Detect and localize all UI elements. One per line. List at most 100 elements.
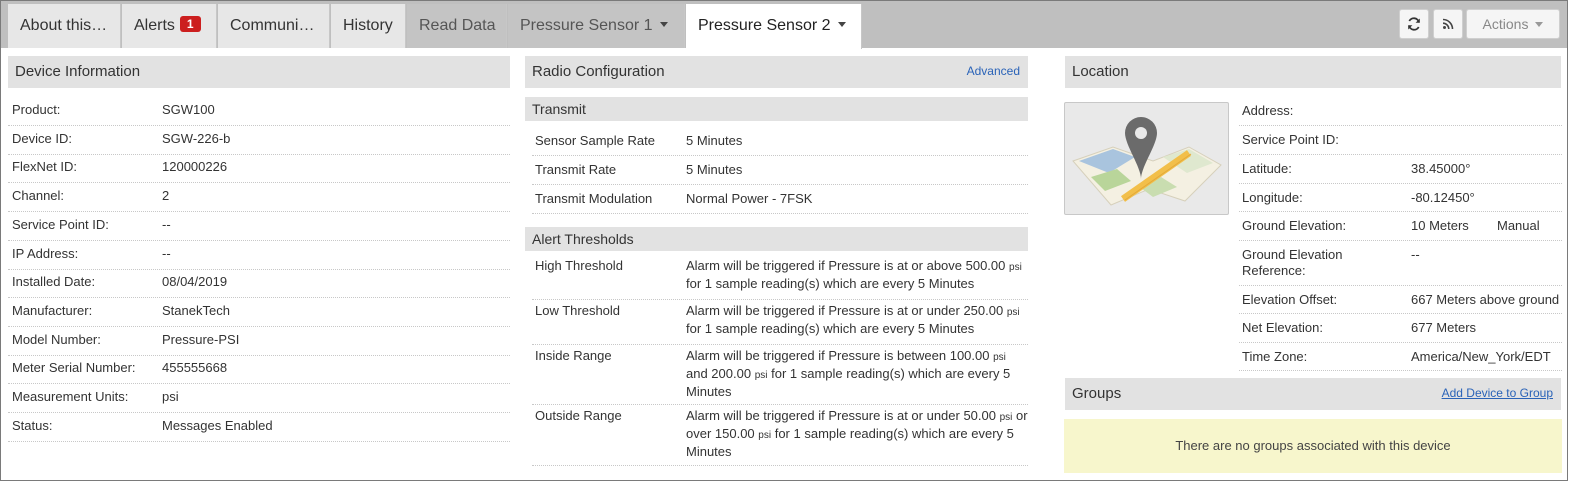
threshold-description: Alarm will be triggered if Pressure is b… bbox=[686, 348, 1031, 400]
device-info-row: FlexNet ID: 120000226 bbox=[8, 154, 510, 184]
tab-alerts[interactable]: Alerts 1 bbox=[122, 4, 217, 48]
location-row: Net Elevation: 677 Meters bbox=[1239, 314, 1562, 343]
device-info-row: Device ID: SGW-226-b bbox=[8, 126, 510, 155]
field-value: Messages Enabled bbox=[162, 417, 273, 433]
field-value: 455555668 bbox=[162, 360, 228, 376]
rss-button[interactable] bbox=[1433, 9, 1463, 39]
panel-title: Location bbox=[1072, 63, 1129, 80]
field-label: Installed Date: bbox=[12, 274, 96, 290]
tab-label: About this… bbox=[20, 17, 108, 34]
tab-label: Read Data bbox=[419, 17, 496, 34]
field-label: IP Address: bbox=[12, 245, 79, 261]
tab-label: Pressure Sensor 2 bbox=[698, 17, 831, 34]
field-label: Transmit Rate bbox=[535, 162, 617, 177]
tab-label: History bbox=[343, 17, 393, 34]
field-value: Normal Power - 7FSK bbox=[686, 191, 813, 206]
threshold-row-high: High Threshold Alarm will be triggered i… bbox=[532, 256, 1028, 300]
location-row: Ground Elevation: 10 Meters Manual bbox=[1239, 212, 1562, 241]
location-map-thumbnail[interactable] bbox=[1064, 102, 1229, 215]
tab-pressure-sensor-1[interactable]: Pressure Sensor 1 bbox=[508, 4, 685, 48]
tab-label: Pressure Sensor 1 bbox=[520, 17, 653, 34]
threshold-description: Alarm will be triggered if Pressure is a… bbox=[686, 258, 1031, 292]
tab-pressure-sensor-2[interactable]: Pressure Sensor 2 bbox=[686, 4, 862, 49]
threshold-text: for 1 sample reading(s) which are every … bbox=[686, 321, 975, 336]
transmit-row: Transmit Rate 5 Minutes bbox=[532, 156, 1028, 185]
field-label: Latitude: bbox=[1242, 161, 1292, 176]
subheader-title: Transmit bbox=[532, 101, 586, 117]
field-value: StanekTech bbox=[162, 302, 230, 318]
field-value: -- bbox=[162, 216, 171, 232]
threshold-text: Alarm will be triggered if Pressure is a… bbox=[686, 408, 996, 423]
unit: psi bbox=[754, 370, 768, 381]
tab-read-data[interactable]: Read Data bbox=[407, 4, 507, 48]
groups-empty-message: There are no groups associated with this… bbox=[1064, 419, 1562, 473]
device-info-row: Product: SGW100 bbox=[8, 97, 510, 126]
chevron-down-icon bbox=[837, 22, 846, 27]
field-value: -- bbox=[1411, 247, 1420, 262]
unit: psi bbox=[1006, 307, 1020, 318]
field-label: Channel: bbox=[12, 188, 65, 204]
threshold-row-inside-range: Inside Range Alarm will be triggered if … bbox=[532, 346, 1028, 405]
field-label: Product: bbox=[12, 102, 61, 117]
field-label: Sensor Sample Rate bbox=[535, 133, 655, 148]
field-value: 5 Minutes bbox=[686, 133, 743, 148]
tab-history[interactable]: History bbox=[331, 4, 406, 48]
tab-about[interactable]: About this… bbox=[8, 4, 121, 48]
field-label: Service Point ID: bbox=[1242, 132, 1339, 147]
device-info-row: Installed Date: 08/04/2019 bbox=[8, 269, 510, 299]
threshold-label: Low Threshold bbox=[535, 303, 621, 318]
device-info-row: Model Number: Pressure-PSI bbox=[8, 327, 510, 356]
device-info-row: Measurement Units: psi bbox=[8, 384, 510, 413]
panel-title: Device Information bbox=[15, 63, 141, 80]
advanced-link[interactable]: Advanced bbox=[967, 56, 1020, 86]
field-value: America/New_York/EDT bbox=[1411, 349, 1551, 364]
field-label: Ground Elevation Reference: bbox=[1242, 247, 1343, 278]
field-value: 677 Meters bbox=[1411, 320, 1477, 335]
add-device-to-group-link[interactable]: Add Device to Group bbox=[1442, 378, 1553, 408]
field-value: psi bbox=[162, 389, 179, 404]
tab-label: Communi… bbox=[230, 17, 315, 34]
device-info-row: IP Address: -- bbox=[8, 241, 510, 270]
tab-communication[interactable]: Communi… bbox=[218, 4, 330, 48]
unit: psi bbox=[1009, 262, 1022, 273]
field-label: Measurement Units: bbox=[12, 389, 129, 404]
location-row: Elevation Offset: 667 Meters above ground bbox=[1239, 286, 1562, 314]
threshold-row-low: Low Threshold Alarm will be triggered if… bbox=[532, 301, 1028, 345]
field-label: Time Zone: bbox=[1242, 349, 1308, 364]
threshold-label: Outside Range bbox=[535, 408, 622, 423]
refresh-button[interactable] bbox=[1399, 9, 1429, 39]
threshold-text: Alarm will be triggered if Pressure is a… bbox=[686, 303, 1004, 318]
threshold-text: and 200.00 bbox=[686, 366, 752, 381]
field-value: SGW100 bbox=[162, 102, 215, 117]
field-value: Pressure-PSI bbox=[162, 331, 240, 347]
actions-dropdown-button[interactable]: Actions bbox=[1466, 9, 1560, 39]
field-label: Net Elevation: bbox=[1242, 320, 1323, 335]
field-label: Ground Elevation: bbox=[1242, 218, 1347, 233]
threshold-description: Alarm will be triggered if Pressure is a… bbox=[686, 408, 1031, 460]
unit: psi bbox=[993, 352, 1006, 363]
alert-thresholds-subheader: Alert Thresholds bbox=[525, 227, 1028, 251]
threshold-label: Inside Range bbox=[535, 348, 612, 363]
transmit-row: Transmit Modulation Normal Power - 7FSK bbox=[532, 185, 1028, 214]
radio-configuration-header: Radio Configuration Advanced bbox=[525, 56, 1028, 88]
unit: psi bbox=[999, 412, 1013, 423]
device-information-header: Device Information bbox=[8, 56, 510, 88]
field-label: Model Number: bbox=[12, 331, 101, 347]
location-row: Service Point ID: bbox=[1239, 126, 1562, 155]
field-value: 120000226 bbox=[162, 159, 228, 175]
device-info-row: Manufacturer: StanekTech bbox=[8, 298, 510, 327]
threshold-description: Alarm will be triggered if Pressure is a… bbox=[686, 303, 1031, 337]
field-value: 08/04/2019 bbox=[162, 274, 228, 290]
threshold-row-outside-range: Outside Range Alarm will be triggered if… bbox=[532, 406, 1028, 466]
rss-icon bbox=[1442, 18, 1454, 30]
field-label: FlexNet ID: bbox=[12, 159, 78, 175]
field-value: SGW-226-b bbox=[162, 130, 231, 146]
field-value: 38.45000° bbox=[1411, 161, 1471, 176]
threshold-text: for 1 sample reading(s) which are every … bbox=[686, 276, 975, 291]
unit: psi bbox=[758, 430, 772, 441]
alert-count-badge: 1 bbox=[179, 16, 201, 32]
location-header: Location bbox=[1065, 56, 1561, 88]
field-value: 5 Minutes bbox=[686, 162, 743, 177]
device-info-row: Channel: 2 bbox=[8, 183, 510, 213]
threshold-text: Alarm will be triggered if Pressure is a… bbox=[686, 258, 1006, 273]
